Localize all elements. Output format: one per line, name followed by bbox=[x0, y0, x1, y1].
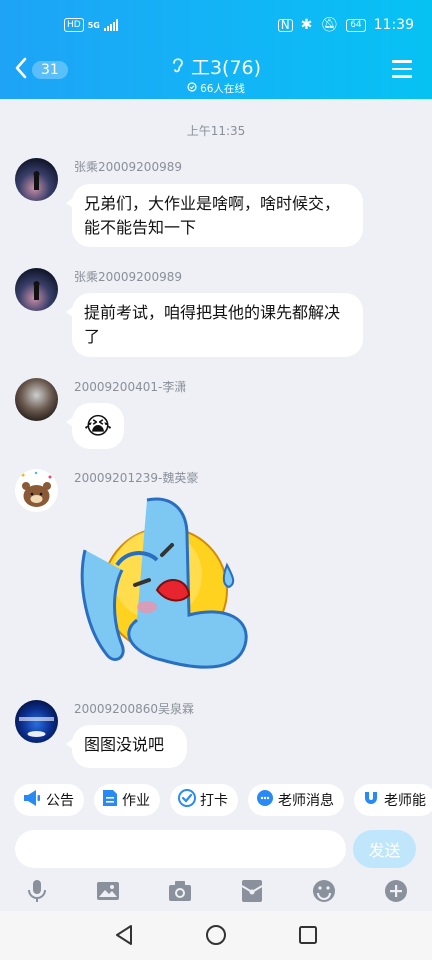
battery-icon: 64 bbox=[346, 18, 366, 32]
time-separator: 上午11:35 bbox=[186, 124, 246, 138]
sender-name: 20009200860吴泉霖 bbox=[74, 702, 194, 716]
crying-face-sticker[interactable] bbox=[77, 495, 257, 675]
sender-name: 张乘20009200989 bbox=[74, 270, 182, 284]
check-icon bbox=[178, 789, 196, 811]
plus-icon[interactable] bbox=[383, 878, 409, 904]
recents-nav-icon[interactable] bbox=[297, 923, 319, 951]
message-input[interactable] bbox=[15, 830, 346, 868]
bluetooth-icon: ✱ bbox=[300, 17, 313, 33]
sender-name: 20009201239-魏英豪 bbox=[74, 471, 199, 485]
message-bubble[interactable]: 提前考试，咱得把其他的课先都解决了 bbox=[66, 293, 363, 357]
chat-title: 工3(76) bbox=[190, 57, 262, 79]
teacher-messages-label: 老师消息 bbox=[278, 793, 334, 809]
teacher-messages-button[interactable]: 老师消息 bbox=[248, 784, 344, 816]
document-icon bbox=[102, 789, 118, 811]
avatar[interactable] bbox=[15, 158, 58, 201]
teacher-tools-button[interactable]: 老师能 bbox=[354, 784, 432, 816]
checkin-button[interactable]: 打卡 bbox=[170, 784, 238, 816]
mute-icon: 🔕︎ bbox=[320, 17, 339, 33]
clock: 11:39 bbox=[373, 17, 414, 33]
quick-actions-bar: 公告 作业 打卡 老师消息 老师能 bbox=[14, 784, 432, 816]
emoji-bubble[interactable]: 😭 bbox=[66, 403, 124, 449]
avatar[interactable] bbox=[15, 700, 58, 743]
red-packet-icon[interactable] bbox=[239, 878, 265, 904]
send-button[interactable]: 发送 bbox=[353, 830, 416, 868]
network-type: 5G bbox=[87, 20, 100, 30]
camera-icon[interactable] bbox=[167, 878, 193, 904]
announcement-button[interactable]: 公告 bbox=[14, 784, 84, 816]
sender-name: 张乘20009200989 bbox=[74, 160, 182, 174]
online-count: 66人在线 bbox=[200, 83, 245, 95]
hd-indicator: HD bbox=[64, 18, 84, 32]
homework-button[interactable]: 作业 bbox=[94, 784, 160, 816]
emoji-icon[interactable] bbox=[311, 878, 337, 904]
home-nav-icon[interactable] bbox=[205, 923, 227, 951]
message-bubble[interactable]: 兄弟们，大作业是啥啊，啥时候交，能不能告知一下 bbox=[66, 184, 363, 247]
input-toolbar bbox=[0, 878, 432, 906]
chat-title-area[interactable]: 工3(76) 66人在线 bbox=[0, 53, 432, 96]
ear-icon bbox=[171, 56, 185, 78]
status-bar: HD 5G N ✱ 🔕︎ 64 11:39 bbox=[0, 0, 432, 50]
menu-icon[interactable] bbox=[392, 60, 412, 83]
avatar[interactable] bbox=[15, 378, 58, 421]
teacher-tools-label: 老师能 bbox=[384, 793, 426, 809]
sender-name: 20009200401-李潇 bbox=[74, 380, 187, 394]
magnet-icon bbox=[362, 789, 380, 811]
megaphone-icon bbox=[22, 789, 42, 811]
system-navigation-bar bbox=[0, 911, 432, 960]
homework-label: 作业 bbox=[122, 793, 150, 809]
announcement-label: 公告 bbox=[46, 793, 74, 809]
chat-icon bbox=[256, 789, 274, 811]
avatar[interactable] bbox=[15, 469, 58, 512]
microphone-icon[interactable] bbox=[24, 878, 50, 904]
back-nav-icon[interactable] bbox=[113, 923, 135, 951]
checkin-label: 打卡 bbox=[200, 793, 228, 809]
online-icon bbox=[187, 82, 197, 95]
chat-header: HD 5G N ✱ 🔕︎ 64 11:39 31 工3(76) 66人在线 bbox=[0, 0, 432, 99]
message-bubble[interactable]: 图图没说吧 bbox=[66, 725, 187, 768]
signal-icon bbox=[103, 19, 118, 31]
nfc-icon: N bbox=[277, 18, 293, 32]
avatar[interactable] bbox=[15, 268, 58, 311]
image-icon[interactable] bbox=[95, 878, 121, 904]
